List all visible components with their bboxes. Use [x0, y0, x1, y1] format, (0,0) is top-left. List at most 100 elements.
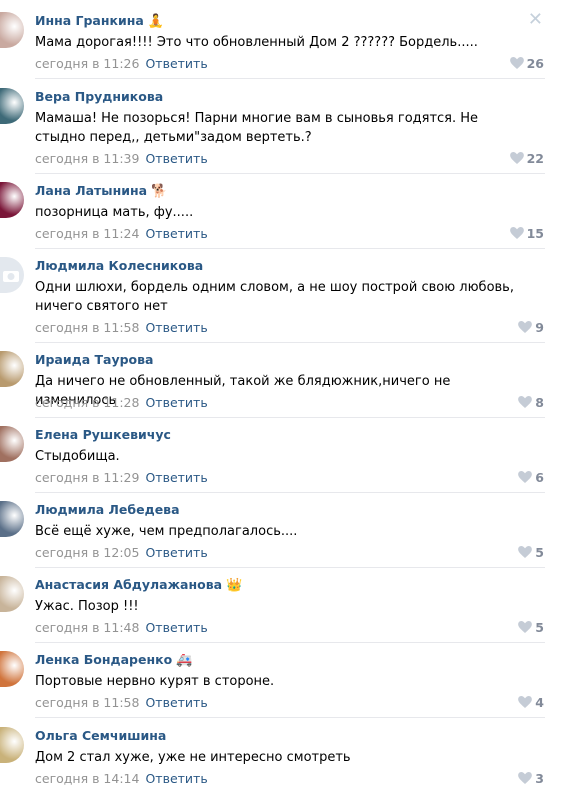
heart-icon — [509, 227, 524, 239]
like-count: 9 — [535, 320, 544, 335]
like-count: 5 — [535, 620, 544, 635]
author-name[interactable]: Вера Прудникова — [35, 89, 163, 104]
reply-link[interactable]: Ответить — [145, 620, 207, 635]
comment-author[interactable]: Елена Рушкевичус — [35, 427, 171, 442]
author-name[interactable]: Ленка Бондаренко — [35, 652, 172, 667]
like-button[interactable]: 5 — [518, 545, 544, 560]
author-emoji-icon: 🐕 — [151, 184, 168, 199]
author-name[interactable]: Инна Гранкина — [35, 13, 144, 28]
avatar[interactable] — [0, 351, 24, 387]
reply-link[interactable]: Ответить — [145, 226, 207, 241]
divider — [35, 342, 545, 343]
comment-meta: сегодня в 11:26 Ответить — [35, 56, 208, 71]
comment-timestamp[interactable]: сегодня в 11:39 — [35, 151, 139, 166]
like-button[interactable]: 9 — [518, 320, 544, 335]
comment-timestamp[interactable]: сегодня в 14:14 — [35, 771, 139, 786]
comment-timestamp[interactable]: сегодня в 11:24 — [35, 226, 139, 241]
comment-meta: сегодня в 11:39 Ответить — [35, 151, 208, 166]
avatar[interactable] — [0, 426, 24, 462]
like-count: 5 — [535, 545, 544, 560]
heart-icon — [509, 57, 524, 69]
reply-link[interactable]: Ответить — [145, 545, 207, 560]
comment-text: Мама дорогая!!!! Это что обновленный Дом… — [35, 35, 478, 50]
comment-author[interactable]: Ольга Семчишина — [35, 728, 166, 743]
like-button[interactable]: 22 — [509, 151, 544, 166]
comment-text: Дом 2 стал хуже, уже не интересно смотре… — [35, 750, 351, 765]
comment-timestamp[interactable]: сегодня в 11:28 — [35, 395, 139, 410]
avatar[interactable] — [0, 257, 24, 293]
author-emoji-icon: 🚑 — [176, 653, 193, 668]
comment-text: Стыдобища. — [35, 449, 120, 464]
avatar[interactable] — [0, 651, 24, 687]
reply-link[interactable]: Ответить — [145, 56, 207, 71]
author-name[interactable]: Елена Рушкевичус — [35, 427, 171, 442]
like-button[interactable]: 6 — [518, 470, 544, 485]
like-count: 22 — [526, 151, 544, 166]
author-emoji-icon: 🧘 — [147, 14, 165, 29]
like-button[interactable]: 4 — [518, 695, 544, 710]
comment-author[interactable]: Инна Гранкина 🧘 — [35, 13, 164, 29]
comment-author[interactable]: Анастасия Абдулажанова 👑 — [35, 577, 242, 593]
avatar[interactable] — [0, 12, 24, 48]
comment-meta: сегодня в 11:58 Ответить — [35, 695, 208, 710]
comment-timestamp[interactable]: сегодня в 11:58 — [35, 320, 139, 335]
comment-meta: сегодня в 11:58 Ответить — [35, 320, 208, 335]
comment-author[interactable]: Людмила Лебедева — [35, 502, 180, 517]
like-count: 26 — [526, 56, 544, 71]
like-button[interactable]: 8 — [518, 395, 544, 410]
reply-link[interactable]: Ответить — [145, 395, 207, 410]
avatar[interactable] — [0, 182, 24, 218]
comment-meta: сегодня в 11:29 Ответить — [35, 470, 208, 485]
close-icon[interactable]: ✕ — [528, 9, 543, 30]
reply-link[interactable]: Ответить — [145, 320, 207, 335]
comment-timestamp[interactable]: сегодня в 11:58 — [35, 695, 139, 710]
comment-meta: сегодня в 11:24 Ответить — [35, 226, 208, 241]
author-name[interactable]: Анастасия Абдулажанова — [35, 577, 222, 592]
avatar[interactable] — [0, 88, 24, 124]
like-button[interactable]: 26 — [509, 56, 544, 71]
like-count: 6 — [535, 470, 544, 485]
heart-icon — [518, 772, 533, 784]
comment-timestamp[interactable]: сегодня в 11:29 — [35, 470, 139, 485]
like-button[interactable]: 5 — [518, 620, 544, 635]
divider — [35, 492, 545, 493]
author-name[interactable]: Ираида Таурова — [35, 352, 153, 367]
avatar[interactable] — [0, 576, 24, 612]
avatar[interactable] — [0, 727, 24, 763]
author-name[interactable]: Ольга Семчишина — [35, 728, 166, 743]
comment-text: позорница мать, фу..... — [35, 205, 194, 220]
comment-author[interactable]: Людмила Колесникова — [35, 258, 203, 273]
author-name[interactable]: Людмила Колесникова — [35, 258, 203, 273]
reply-link[interactable]: Ответить — [145, 151, 207, 166]
author-name[interactable]: Людмила Лебедева — [35, 502, 180, 517]
divider — [35, 173, 545, 174]
author-name[interactable]: Лана Латынина — [35, 183, 147, 198]
reply-link[interactable]: Ответить — [145, 695, 207, 710]
comment-meta: сегодня в 14:14 Ответить — [35, 771, 208, 786]
like-count: 15 — [526, 226, 544, 241]
comment-author[interactable]: Вера Прудникова — [35, 89, 163, 104]
divider — [35, 642, 545, 643]
heart-icon — [518, 321, 533, 333]
comment-timestamp[interactable]: сегодня в 12:05 — [35, 545, 139, 560]
like-button[interactable]: 3 — [518, 771, 544, 786]
comment-timestamp[interactable]: сегодня в 11:48 — [35, 620, 139, 635]
comment-author[interactable]: Ираида Таурова — [35, 352, 153, 367]
divider — [35, 717, 545, 718]
heart-icon — [518, 546, 533, 558]
heart-icon — [518, 696, 533, 708]
like-count: 8 — [535, 395, 544, 410]
heart-icon — [509, 152, 524, 164]
comment-timestamp[interactable]: сегодня в 11:26 — [35, 56, 139, 71]
like-count: 4 — [535, 695, 544, 710]
reply-link[interactable]: Ответить — [145, 470, 207, 485]
reply-link[interactable]: Ответить — [145, 771, 207, 786]
like-button[interactable]: 15 — [509, 226, 544, 241]
comment-text: Мамаша! Не позорься! Парни многие вам в … — [35, 111, 479, 145]
camera-icon — [3, 271, 19, 282]
divider — [35, 567, 545, 568]
divider — [35, 417, 545, 418]
avatar[interactable] — [0, 501, 24, 537]
comment-author[interactable]: Ленка Бондаренко 🚑 — [35, 652, 192, 668]
comment-author[interactable]: Лана Латынина 🐕 — [35, 183, 167, 199]
